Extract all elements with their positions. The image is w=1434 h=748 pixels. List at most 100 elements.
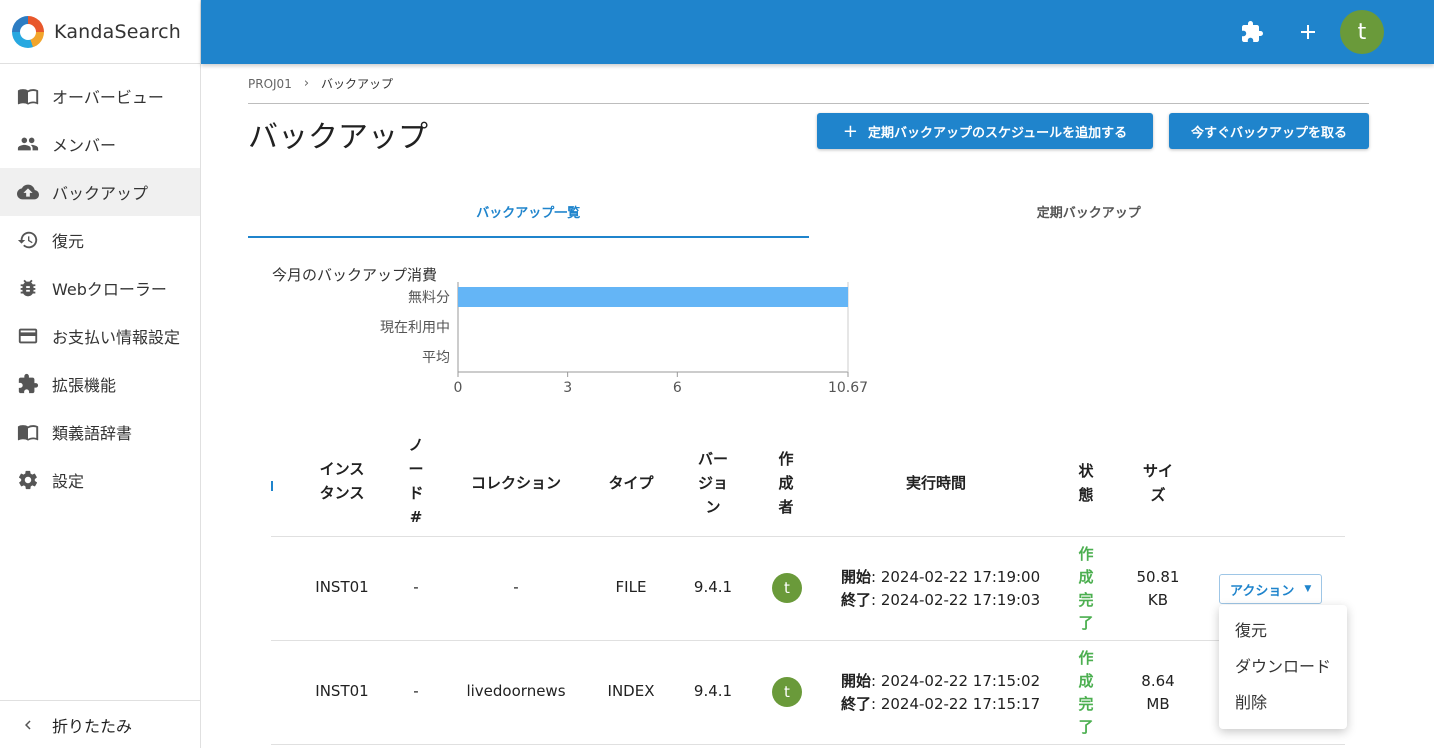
credit-card-icon xyxy=(16,324,40,348)
category-label: 平均 xyxy=(422,350,450,366)
sidebar-item-backup[interactable]: バックアップ xyxy=(0,168,200,216)
tab-backup-list[interactable]: バックアップ一覧 xyxy=(248,190,809,238)
chevron-left-icon xyxy=(16,713,40,737)
tabs: バックアップ一覧 定期バックアップ xyxy=(248,190,1369,238)
header-node: ノード # xyxy=(408,436,424,526)
puzzle-icon xyxy=(16,372,40,396)
breadcrumb-separator: › xyxy=(303,76,310,91)
menu-item-delete[interactable]: 削除 xyxy=(1219,685,1347,721)
tab-scheduled-backup[interactable]: 定期バックアップ xyxy=(809,190,1370,238)
action-menu: 復元 ダウンロード 削除 xyxy=(1219,605,1347,729)
book-icon xyxy=(16,84,40,108)
chevron-down-icon: ▼ xyxy=(1304,584,1312,594)
action-label: アクション xyxy=(1230,583,1295,599)
add-button[interactable] xyxy=(1292,16,1324,48)
header-type: タイプ xyxy=(608,474,654,492)
sidebar-nav: オーバービュー メンバー バックアップ 復元 Webクローラー お支払い情報設定… xyxy=(0,64,200,504)
breadcrumb-current: バックアップ xyxy=(321,77,394,91)
end-label: 終了 xyxy=(841,695,872,713)
book-icon xyxy=(16,420,40,444)
sidebar-item-billing[interactable]: お支払い情報設定 xyxy=(0,312,200,360)
backup-table: インス タンス ノード # コレクション タイプ バー ジョン 作成者 実行時間 状態… xyxy=(271,417,1345,745)
cell-instance: INST01 xyxy=(315,682,369,700)
end-time: : 2024-02-22 17:19:03 xyxy=(871,591,1041,609)
tick-label: 6 xyxy=(673,380,682,396)
main-content: PROJ01 › バックアップ バックアップ + 定期バックアップのスケジュール… xyxy=(248,64,1369,418)
sidebar-item-web-crawler[interactable]: Webクローラー xyxy=(0,264,200,312)
header-collection: コレクション xyxy=(470,474,561,492)
cell-node: - xyxy=(413,682,419,700)
gear-icon xyxy=(16,468,40,492)
creator-avatar: t xyxy=(772,677,802,707)
sidebar-item-overview[interactable]: オーバービュー xyxy=(0,72,200,120)
sidebar-item-extensions[interactable]: 拡張機能 xyxy=(0,360,200,408)
cell-collection: livedoornews xyxy=(466,682,566,700)
add-schedule-button[interactable]: + 定期バックアップのスケジュールを追加する xyxy=(817,113,1153,149)
breadcrumb: PROJ01 › バックアップ xyxy=(248,64,1369,104)
start-label: 開始 xyxy=(841,672,872,690)
puzzle-icon xyxy=(1242,21,1263,42)
menu-item-download[interactable]: ダウンロード xyxy=(1219,649,1347,685)
header-instance: インス タンス xyxy=(319,460,365,502)
category-label: 無料分 xyxy=(408,290,450,306)
collapse-sidebar-button[interactable]: 折りたたみ xyxy=(0,700,200,748)
sidebar-item-members[interactable]: メンバー xyxy=(0,120,200,168)
sidebar-item-settings[interactable]: 設定 xyxy=(0,456,200,504)
sidebar-item-label: オーバービュー xyxy=(52,88,164,107)
plus-icon xyxy=(1301,25,1315,39)
breadcrumb-project[interactable]: PROJ01 xyxy=(248,77,292,91)
brand-name: KandaSearch xyxy=(54,20,181,43)
status-badge: 作成完了 xyxy=(1078,545,1094,632)
table-row: INST01 - - FILE 9.4.1 t 開始: 2024-02-22 1… xyxy=(271,537,1345,641)
sidebar: KandaSearch オーバービュー メンバー バックアップ 復元 Webクロ… xyxy=(0,0,201,748)
cell-version: 9.4.1 xyxy=(693,682,733,700)
action-dropdown-button[interactable]: アクション ▼ xyxy=(1219,574,1323,604)
collapse-label: 折りたたみ xyxy=(52,716,133,736)
backup-usage-chart: 今月のバックアップ消費 無料分 現在利用中 平均 0 3 6 10.67 xyxy=(248,238,1369,418)
sidebar-item-label: 類義語辞書 xyxy=(52,424,133,443)
extensions-button[interactable] xyxy=(1236,16,1268,48)
sidebar-item-restore[interactable]: 復元 xyxy=(0,216,200,264)
logo[interactable]: KandaSearch xyxy=(0,0,200,64)
cell-collection: - xyxy=(513,578,519,596)
page-title: バックアップ xyxy=(248,120,428,155)
add-schedule-label: 定期バックアップのスケジュールを追加する xyxy=(868,125,1128,141)
app-header: t xyxy=(201,0,1434,64)
backup-now-button[interactable]: 今すぐバックアップを取る xyxy=(1169,113,1369,149)
header-size: サイズ xyxy=(1142,462,1173,504)
tick-label: 3 xyxy=(563,380,572,396)
cell-exec-time: 開始: 2024-02-22 17:15:02 終了: 2024-02-22 1… xyxy=(841,670,1041,716)
start-label: 開始 xyxy=(841,568,872,586)
cell-instance: INST01 xyxy=(315,578,369,596)
header-creator: 作成者 xyxy=(778,450,794,516)
plus-icon: + xyxy=(842,120,858,142)
category-label: 現在利用中 xyxy=(380,320,450,336)
row-marker xyxy=(271,481,273,491)
cell-node: - xyxy=(413,578,419,596)
sidebar-item-label: お支払い情報設定 xyxy=(52,328,181,347)
sidebar-item-synonyms[interactable]: 類義語辞書 xyxy=(0,408,200,456)
cell-version: 9.4.1 xyxy=(693,578,733,596)
table-row: INST01 - livedoornews INDEX 9.4.1 t 開始: … xyxy=(271,641,1345,745)
bar xyxy=(458,287,848,307)
end-time: : 2024-02-22 17:15:17 xyxy=(871,695,1041,713)
sidebar-item-label: バックアップ xyxy=(52,184,149,203)
bar-chart: 無料分現在利用中平均0 3 6 10.67 xyxy=(380,282,868,396)
title-row: バックアップ + 定期バックアップのスケジュールを追加する 今すぐバックアップを… xyxy=(248,104,1369,190)
cell-exec-time: 開始: 2024-02-22 17:19:00 終了: 2024-02-22 1… xyxy=(841,566,1041,612)
cell-size: 8.64 MB xyxy=(1141,672,1175,713)
status-badge: 作成完了 xyxy=(1078,649,1094,736)
header-status: 状態 xyxy=(1078,462,1094,504)
sidebar-item-label: メンバー xyxy=(52,136,117,155)
logo-mark-icon xyxy=(12,15,44,48)
start-time: : 2024-02-22 17:15:02 xyxy=(871,672,1041,690)
cell-type: FILE xyxy=(615,578,647,596)
cell-type: INDEX xyxy=(607,682,655,700)
sidebar-item-label: 拡張機能 xyxy=(52,376,117,395)
backup-now-label: 今すぐバックアップを取る xyxy=(1190,125,1347,141)
sidebar-item-label: 設定 xyxy=(52,472,85,491)
end-label: 終了 xyxy=(841,591,872,609)
user-avatar[interactable]: t xyxy=(1340,10,1384,54)
sidebar-item-label: Webクローラー xyxy=(52,280,167,299)
menu-item-restore[interactable]: 復元 xyxy=(1219,613,1347,649)
